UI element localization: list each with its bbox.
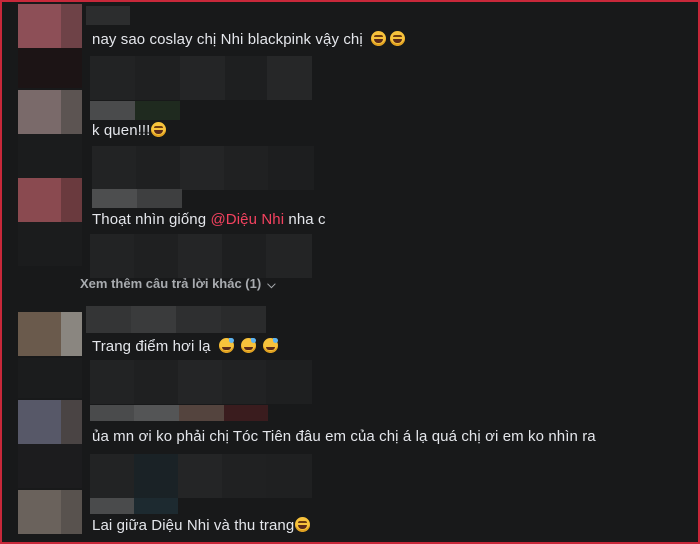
commenter-name-redacted[interactable] bbox=[86, 306, 266, 333]
comment-text: nay sao coslay chị Nhi blackpink vậy chị bbox=[92, 30, 405, 50]
avatar[interactable] bbox=[18, 312, 82, 356]
comment-actions-redacted bbox=[90, 234, 312, 278]
avatar[interactable] bbox=[18, 4, 82, 48]
commenter-name-redacted[interactable] bbox=[90, 405, 268, 421]
comment-body: k quen!!! bbox=[92, 122, 151, 139]
commenter-name-redacted[interactable] bbox=[92, 189, 182, 208]
view-more-replies-label: Xem thêm câu trả lời khác (1) bbox=[80, 276, 262, 291]
comment-text: k quen!!! bbox=[92, 121, 167, 141]
commenter-name-redacted[interactable] bbox=[90, 498, 178, 514]
avatar[interactable] bbox=[18, 400, 82, 444]
comment-body: nay sao coslay chị Nhi blackpink vậy chị bbox=[92, 31, 363, 48]
comment-body: ủa mn ơi ko phải chị Tóc Tiên đâu em của… bbox=[92, 428, 596, 445]
comment-actions-redacted bbox=[92, 146, 314, 190]
laugh-emoji-icon bbox=[389, 31, 405, 46]
commenter-name-redacted[interactable] bbox=[86, 6, 130, 25]
comment-body-prefix: Thoạt nhìn giống bbox=[92, 211, 211, 228]
comment-text: ủa mn ơi ko phải chị Tóc Tiên đâu em của… bbox=[92, 427, 596, 447]
sweat-smile-emoji-icon bbox=[218, 338, 234, 353]
sweat-smile-emoji-icon bbox=[262, 338, 278, 353]
comment-body-suffix: nha c bbox=[284, 211, 326, 228]
comment-actions-redacted bbox=[90, 360, 312, 404]
avatar-shadow bbox=[18, 358, 82, 398]
comment-text: Thoạt nhìn giống @Diệu Nhi nha c bbox=[92, 210, 326, 230]
comment-body: Trang điểm hơi lạ bbox=[92, 338, 211, 355]
comment-actions-redacted bbox=[90, 56, 312, 100]
comment-text: Lai giữa Diệu Nhi và thu trang bbox=[92, 516, 311, 536]
comment-actions-redacted bbox=[90, 454, 312, 498]
view-more-replies-link[interactable]: Xem thêm câu trả lời khác (1) ⌵ bbox=[80, 276, 276, 292]
laugh-emoji-icon bbox=[151, 122, 167, 137]
mention-link[interactable]: @Diệu Nhi bbox=[210, 211, 284, 228]
laugh-emoji-icon bbox=[370, 31, 386, 46]
sweat-smile-emoji-icon bbox=[240, 338, 256, 353]
comment-body: Lai giữa Diệu Nhi và thu trang bbox=[92, 517, 295, 534]
avatar-shadow bbox=[18, 222, 82, 266]
avatar[interactable] bbox=[18, 90, 82, 134]
avatar[interactable] bbox=[18, 490, 82, 534]
comment-text: Trang điểm hơi lạ bbox=[92, 337, 278, 357]
avatar-shadow bbox=[18, 134, 82, 178]
avatar-shadow bbox=[18, 48, 82, 88]
chevron-down-icon: ⌵ bbox=[267, 279, 276, 291]
avatar-shadow bbox=[18, 444, 82, 488]
avatar[interactable] bbox=[18, 178, 82, 222]
commenter-name-redacted[interactable] bbox=[90, 101, 180, 120]
laugh-emoji-icon bbox=[295, 517, 311, 532]
